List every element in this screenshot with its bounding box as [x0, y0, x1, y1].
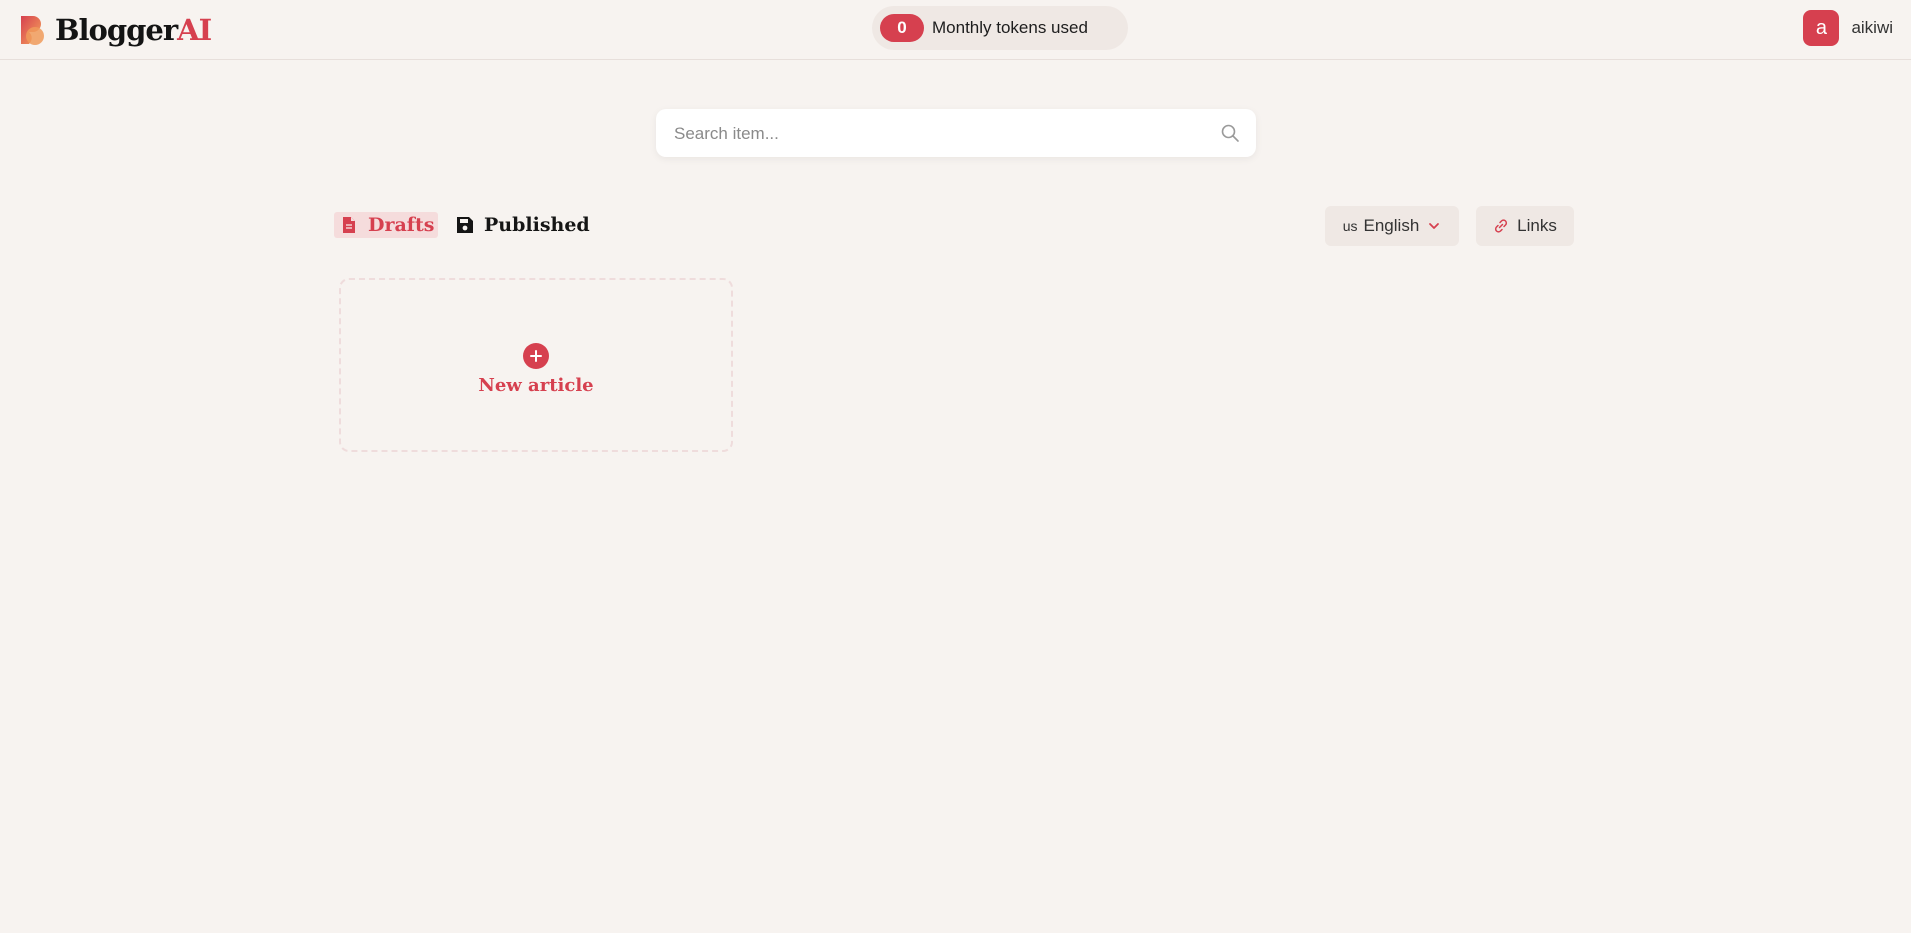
language-select[interactable]: us English [1325, 206, 1459, 246]
links-button[interactable]: Links [1476, 206, 1574, 246]
plus-icon [523, 342, 549, 369]
new-article-label: New article [478, 374, 594, 396]
tab-published-label: Published [484, 214, 590, 236]
token-usage-pill: 0 Monthly tokens used [872, 6, 1128, 50]
search-bar [656, 109, 1256, 159]
brand-name-main: Blogger [55, 13, 178, 47]
avatar[interactable]: a [1803, 10, 1840, 46]
language-selected: English [1363, 216, 1420, 235]
username[interactable]: aikiwi [1851, 18, 1893, 38]
brand-logo[interactable]: BloggerAI [19, 13, 212, 47]
new-article-card[interactable]: New article [339, 278, 733, 452]
top-bar: BloggerAI 0 Monthly tokens used a aikiwi [0, 0, 1911, 60]
token-usage-label: Monthly tokens used [932, 18, 1088, 37]
user-menu[interactable]: a aikiwi [1803, 10, 1893, 46]
tab-drafts[interactable]: Drafts [334, 212, 439, 238]
brand-name: BloggerAI [55, 13, 212, 47]
link-icon [1495, 219, 1508, 233]
brand-mark-icon [21, 16, 44, 45]
flag-icon: us [1342, 218, 1358, 234]
chevron-down-icon [1429, 223, 1440, 229]
search-icon[interactable] [1220, 123, 1240, 143]
search-input[interactable] [672, 109, 1206, 159]
tab-drafts-label: Drafts [368, 214, 435, 236]
tab-published[interactable]: Published [452, 212, 594, 238]
token-count-badge: 0 [880, 14, 924, 42]
brand-name-accent: AI [177, 13, 212, 47]
links-label: Links [1517, 216, 1557, 235]
save-icon [457, 217, 473, 233]
document-icon [343, 217, 355, 233]
